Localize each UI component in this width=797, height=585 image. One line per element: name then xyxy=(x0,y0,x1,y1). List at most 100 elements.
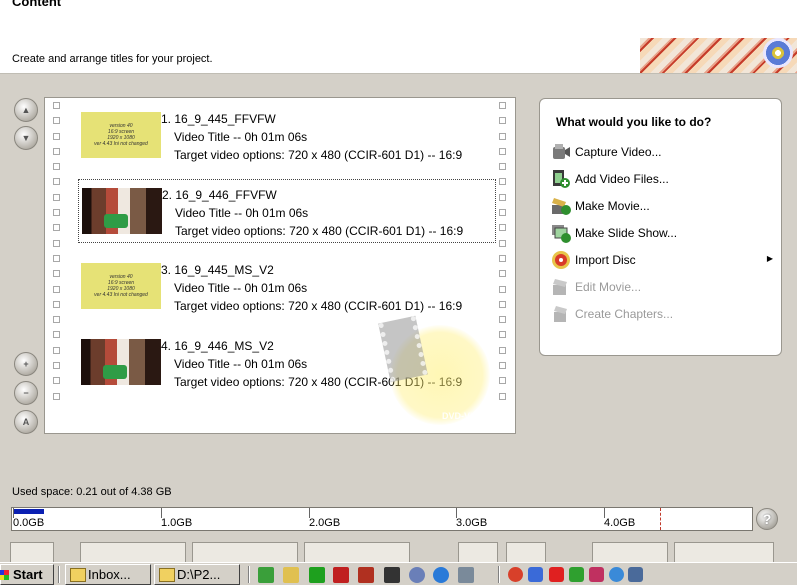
internet-explorer-icon[interactable] xyxy=(433,567,449,583)
back-button[interactable] xyxy=(592,542,668,562)
quicklaunch-folder-icon[interactable] xyxy=(283,567,299,583)
strip-button[interactable] xyxy=(506,542,546,562)
make-slide-show-link[interactable]: Make Slide Show... xyxy=(550,222,775,244)
header-banner-art xyxy=(640,38,797,73)
page-subtitle: Create and arrange titles for your proje… xyxy=(12,53,213,65)
quicklaunch-app-icon[interactable] xyxy=(333,567,349,583)
title-item-1[interactable]: version 40 16:9 screen 1920 x 1080 ver 4… xyxy=(78,104,496,168)
title-thumbnail xyxy=(82,188,162,234)
quicklaunch-app-icon[interactable] xyxy=(409,567,425,583)
quicklaunch-app-icon[interactable] xyxy=(309,567,325,583)
thumb-text: ver 4.43 Ini not changed xyxy=(94,141,148,147)
quicklaunch-app-icon[interactable] xyxy=(258,567,274,583)
tray-icon[interactable] xyxy=(549,567,564,582)
add-video-files-link[interactable]: Add Video Files... xyxy=(550,168,775,190)
film-perforation-right xyxy=(499,102,507,430)
select-all-button[interactable]: A xyxy=(14,410,38,434)
disc-import-icon xyxy=(550,249,572,271)
tasks-panel: What would you like to do? Capture Video… xyxy=(539,98,782,356)
title-info: 2. 16_9_446_FFVFW Video Title -- 0h 01m … xyxy=(162,186,464,240)
arrow-down-icon: ▼ xyxy=(21,133,31,143)
question-icon: ? xyxy=(762,511,772,527)
bottom-button-strip xyxy=(0,540,797,562)
quicklaunch-app-icon[interactable] xyxy=(458,567,474,583)
title-item-4[interactable]: 4. 16_9_446_MS_V2 Video Title -- 0h 01m … xyxy=(78,331,496,395)
title-options: Target video options: 720 x 480 (CCIR-60… xyxy=(175,224,464,238)
title-name: 1. 16_9_445_FFVFW xyxy=(161,112,276,126)
quicklaunch-app-icon[interactable] xyxy=(358,567,374,583)
zoom-in-button[interactable]: + xyxy=(14,352,38,376)
title-item-2[interactable]: 2. 16_9_446_FFVFW Video Title -- 0h 01m … xyxy=(78,179,496,243)
taskbar-window-inbox[interactable]: Inbox... xyxy=(65,564,151,585)
thumb-text: ver 4.43 Ini not changed xyxy=(94,292,148,298)
used-space-label: Used space: 0.21 out of 4.38 GB xyxy=(12,486,172,498)
title-type: Video Title -- 0h 01m 06s xyxy=(175,206,309,220)
strip-button[interactable] xyxy=(458,542,498,562)
import-disc-menu[interactable]: Import Disc ▶ xyxy=(550,249,775,271)
strip-button[interactable] xyxy=(192,542,298,562)
title-info: 4. 16_9_446_MS_V2 Video Title -- 0h 01m … xyxy=(161,337,463,391)
disk-tick-label: 2.0GB xyxy=(309,508,341,529)
zoom-in-icon: + xyxy=(23,359,29,369)
edit-movie-icon xyxy=(550,276,572,298)
title-name: 4. 16_9_446_MS_V2 xyxy=(161,339,274,353)
taskbar-separator xyxy=(498,566,500,583)
strip-button[interactable] xyxy=(304,542,410,562)
tray-icon[interactable] xyxy=(628,567,643,582)
disk-tick-label: 0.0GB xyxy=(13,508,45,529)
strip-button[interactable] xyxy=(80,542,186,562)
windows-taskbar: Start Inbox... D:\P2... xyxy=(0,562,797,585)
page-title: Content xyxy=(12,0,62,9)
title-item-3[interactable]: version 40 16:9 screen 1920 x 1080 ver 4… xyxy=(78,255,496,319)
taskbar-window-explorer[interactable]: D:\P2... xyxy=(154,564,240,585)
tasks-title: What would you like to do? xyxy=(556,115,712,129)
disk-capacity-marker xyxy=(660,508,661,530)
task-label: Make Slide Show... xyxy=(575,226,678,240)
title-name: 2. 16_9_446_FFVFW xyxy=(162,188,277,202)
camcorder-icon xyxy=(550,141,572,163)
disk-tick-label: 3.0GB xyxy=(456,508,488,529)
help-button[interactable]: ? xyxy=(756,508,778,530)
select-all-icon: A xyxy=(22,417,30,427)
film-perforation-left xyxy=(53,102,61,430)
edit-movie-link[interactable]: Edit Movie... xyxy=(550,276,775,298)
title-thumbnail xyxy=(81,339,161,385)
film-add-icon xyxy=(550,168,572,190)
task-label: Make Movie... xyxy=(575,199,650,213)
move-down-button[interactable]: ▼ xyxy=(14,126,38,150)
zoom-out-button[interactable]: − xyxy=(14,381,38,405)
title-info: 3. 16_9_445_MS_V2 Video Title -- 0h 01m … xyxy=(161,261,463,315)
tray-icon[interactable] xyxy=(569,567,584,582)
title-type: Video Title -- 0h 01m 06s xyxy=(174,130,308,144)
disc-logo-icon xyxy=(763,38,793,68)
tray-icon[interactable] xyxy=(589,567,604,582)
zoom-out-icon: − xyxy=(23,388,29,398)
submenu-arrow-icon: ▶ xyxy=(766,254,773,263)
disk-usage-fill xyxy=(13,509,45,514)
help-strip-button[interactable] xyxy=(10,542,54,562)
move-up-button[interactable]: ▲ xyxy=(14,98,38,122)
slideshow-icon xyxy=(550,222,572,244)
create-chapters-link[interactable]: Create Chapters... xyxy=(550,303,775,325)
capture-video-link[interactable]: Capture Video... xyxy=(550,141,775,163)
title-type: Video Title -- 0h 01m 06s xyxy=(174,281,308,295)
title-name: 3. 16_9_445_MS_V2 xyxy=(161,263,274,277)
page-header: Content Create and arrange titles for yo… xyxy=(0,0,797,74)
disk-usage-bar: 0.0GB 1.0GB 2.0GB 3.0GB 4.0GB xyxy=(11,507,753,531)
chapters-icon xyxy=(550,303,572,325)
title-options: Target video options: 720 x 480 (CCIR-60… xyxy=(174,375,463,389)
next-button[interactable] xyxy=(674,542,774,562)
tray-network-icon[interactable] xyxy=(609,567,624,582)
taskbar-separator xyxy=(58,566,60,583)
tray-user-icon[interactable] xyxy=(528,567,543,582)
start-button[interactable]: Start xyxy=(0,564,54,585)
title-thumbnail: version 40 16:9 screen 1920 x 1080 ver 4… xyxy=(81,263,161,309)
disk-tick-label: 4.0GB xyxy=(604,508,636,529)
taskbar-separator xyxy=(248,566,250,583)
quicklaunch-app-icon[interactable] xyxy=(384,567,400,583)
title-list-panel[interactable]: version 40 16:9 screen 1920 x 1080 ver 4… xyxy=(44,97,516,434)
tray-icon[interactable] xyxy=(508,567,523,582)
make-movie-link[interactable]: Make Movie... xyxy=(550,195,775,217)
title-options: Target video options: 720 x 480 (CCIR-60… xyxy=(174,299,463,313)
movie-maker-icon xyxy=(550,195,572,217)
